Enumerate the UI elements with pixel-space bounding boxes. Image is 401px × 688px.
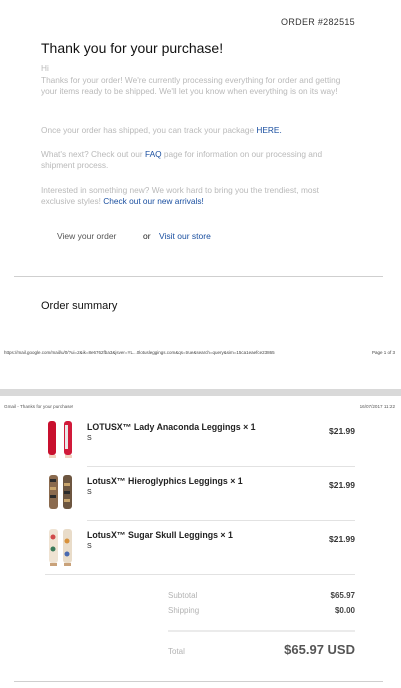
shipping-label: Shipping [168,606,200,615]
red-leggings-thumbnail-icon [48,421,72,458]
page-break [0,389,401,396]
item-size: S [87,543,92,550]
print-header-date: 16/07/2017 11:22 [359,404,395,409]
row-divider [87,466,355,467]
tracking-text: Once your order has shipped, you can tra… [41,125,255,135]
total-label: Total [168,647,185,656]
item-name: LotusX™ Hieroglyphics Leggings × 1 [87,476,243,486]
print-footer-page: Page 1 of 3 [371,350,395,355]
faq-prefix: What's next? Check out our [41,149,143,159]
print-footer-url: https://mail.google.com/mail/u/0/?ui=2&i… [4,350,275,355]
total-value: $65.97 USD [284,642,355,657]
order-summary-heading: Order summary [41,300,118,312]
subtotal-value: $65.97 [330,591,355,600]
print-leggings-thumbnail-icon [49,475,72,509]
faq-paragraph: What's next? Check out our FAQ page for … [41,149,353,171]
list-item: LOTUSX™ Lady Anaconda Leggings × 1 S $21… [45,416,355,463]
skull-leggings-thumbnail-icon [49,529,72,566]
divider [14,276,383,277]
item-price: $21.99 [329,534,355,544]
item-price: $21.99 [329,426,355,436]
view-order-button[interactable]: View your order [57,231,116,241]
greeting: Hi [41,63,49,73]
list-item: LotusX™ Sugar Skull Leggings × 1 S $21.9… [45,524,355,571]
arrivals-link[interactable]: Check out our new arrivals! [103,196,204,206]
bottom-divider [14,681,383,682]
print-header-title: Gmail - Thanks for your purchase! [4,404,74,409]
row-divider [45,574,355,575]
tracking-paragraph: Once your order has shipped, you can tra… [41,125,353,136]
tracking-link[interactable]: HERE. [256,125,281,135]
subtotal-label: Subtotal [168,591,198,600]
faq-link[interactable]: FAQ [145,149,162,159]
arrivals-paragraph: Interested in something new? We work har… [41,185,353,207]
item-price: $21.99 [329,480,355,490]
visit-store-link[interactable]: Visit our store [159,231,211,241]
or-separator: or [143,231,151,241]
list-item: LotusX™ Hieroglyphics Leggings × 1 S $21… [45,470,355,517]
item-size: S [87,435,92,442]
totals-divider [168,630,355,632]
thanks-paragraph: Thanks for your order! We're currently p… [41,75,341,96]
item-name: LOTUSX™ Lady Anaconda Leggings × 1 [87,422,256,432]
item-size: S [87,489,92,496]
email-title: Thank you for your purchase! [41,40,224,56]
item-name: LotusX™ Sugar Skull Leggings × 1 [87,530,233,540]
order-number: ORDER #282515 [281,17,355,27]
row-divider [87,520,355,521]
shipping-value: $0.00 [334,606,355,615]
